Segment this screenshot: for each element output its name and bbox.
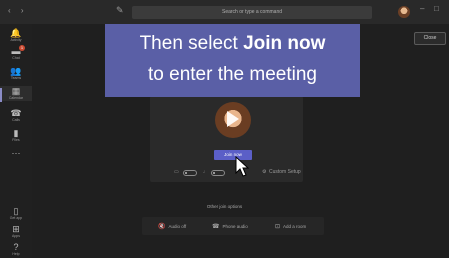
speaker-off-icon: 🔇 bbox=[158, 224, 166, 230]
sidebar-item-apps[interactable]: ⊞ Apps bbox=[0, 224, 32, 239]
add-room-option[interactable]: ⊡ Add a room bbox=[275, 223, 306, 230]
sidebar-item-label: Apps bbox=[12, 234, 20, 238]
phone-icon: ☎ bbox=[10, 108, 22, 118]
sidebar-item-more[interactable]: ··· bbox=[0, 148, 32, 158]
other-join-options-title: Other join options bbox=[206, 204, 243, 209]
mouse-cursor-icon bbox=[235, 156, 249, 177]
calendar-icon: ▦ bbox=[11, 86, 21, 96]
nav-arrows[interactable]: ‹ › bbox=[8, 6, 28, 15]
sidebar-item-label: Chat bbox=[12, 56, 20, 60]
audio-off-option[interactable]: 🔇 Audio off bbox=[158, 223, 186, 230]
settings-icon: ⚙ bbox=[262, 169, 267, 175]
play-icon[interactable] bbox=[227, 111, 239, 127]
compose-icon[interactable]: ✎ bbox=[116, 5, 124, 16]
chat-icon: ▬ bbox=[11, 46, 21, 56]
apps-icon: ⊞ bbox=[12, 224, 20, 234]
more-icon: ··· bbox=[11, 148, 21, 158]
sidebar-item-activity[interactable]: 🔔 Activity bbox=[0, 28, 32, 43]
sidebar-item-label: Teams bbox=[10, 76, 22, 80]
sidebar-item-label: Calendar bbox=[8, 96, 24, 100]
sidebar-item-label: Get app bbox=[9, 216, 23, 220]
sidebar-item-label: Calls bbox=[12, 118, 20, 122]
file-icon: ▮ bbox=[13, 128, 19, 138]
sidebar-item-files[interactable]: ▮ Files bbox=[0, 128, 32, 143]
custom-setup-link[interactable]: Custom Setup bbox=[269, 169, 301, 175]
sidebar-item-calls[interactable]: ☎ Calls bbox=[0, 108, 32, 123]
title-bar: ‹ › ✎ Search or type a command – □ bbox=[0, 0, 449, 24]
sidebar: 🔔 Activity ▬ 1 Chat 👥 Teams ▦ Calendar ☎… bbox=[0, 24, 32, 258]
bell-icon: 🔔 bbox=[10, 28, 22, 38]
user-avatar[interactable] bbox=[398, 6, 410, 18]
sidebar-item-label: Files bbox=[12, 138, 20, 142]
phone-audio-option[interactable]: ☎ Phone audio bbox=[212, 223, 248, 230]
teams-icon: 👥 bbox=[10, 66, 22, 76]
instruction-line-1: Then select Join now bbox=[139, 33, 326, 54]
unread-badge: 1 bbox=[19, 45, 25, 51]
mic-toggle[interactable] bbox=[211, 170, 225, 176]
sidebar-item-teams[interactable]: 👥 Teams bbox=[0, 66, 32, 81]
search-input[interactable]: Search or type a command bbox=[132, 6, 372, 19]
sidebar-item-chat[interactable]: ▬ 1 Chat bbox=[0, 45, 32, 61]
sidebar-item-calendar[interactable]: ▦ Calendar bbox=[0, 86, 32, 102]
minimize-icon[interactable]: – bbox=[420, 4, 424, 13]
sidebar-item-label: Activity bbox=[10, 38, 22, 42]
instruction-line-2: to enter the meeting bbox=[148, 64, 317, 85]
maximize-icon[interactable]: □ bbox=[434, 4, 439, 13]
sidebar-item-label: Help bbox=[12, 252, 20, 256]
room-icon: ⊡ bbox=[275, 224, 281, 230]
help-icon: ? bbox=[13, 242, 19, 252]
sidebar-item-help[interactable]: ? Help bbox=[0, 242, 32, 257]
camera-toggle[interactable] bbox=[183, 170, 197, 176]
phone-icon: ☎ bbox=[212, 224, 220, 230]
instruction-overlay: Then select Join now to enter the meetin… bbox=[105, 24, 360, 97]
close-button[interactable]: Close bbox=[414, 32, 446, 45]
mic-icon: ♩ bbox=[203, 169, 208, 175]
camera-icon: ▭ bbox=[174, 169, 179, 175]
